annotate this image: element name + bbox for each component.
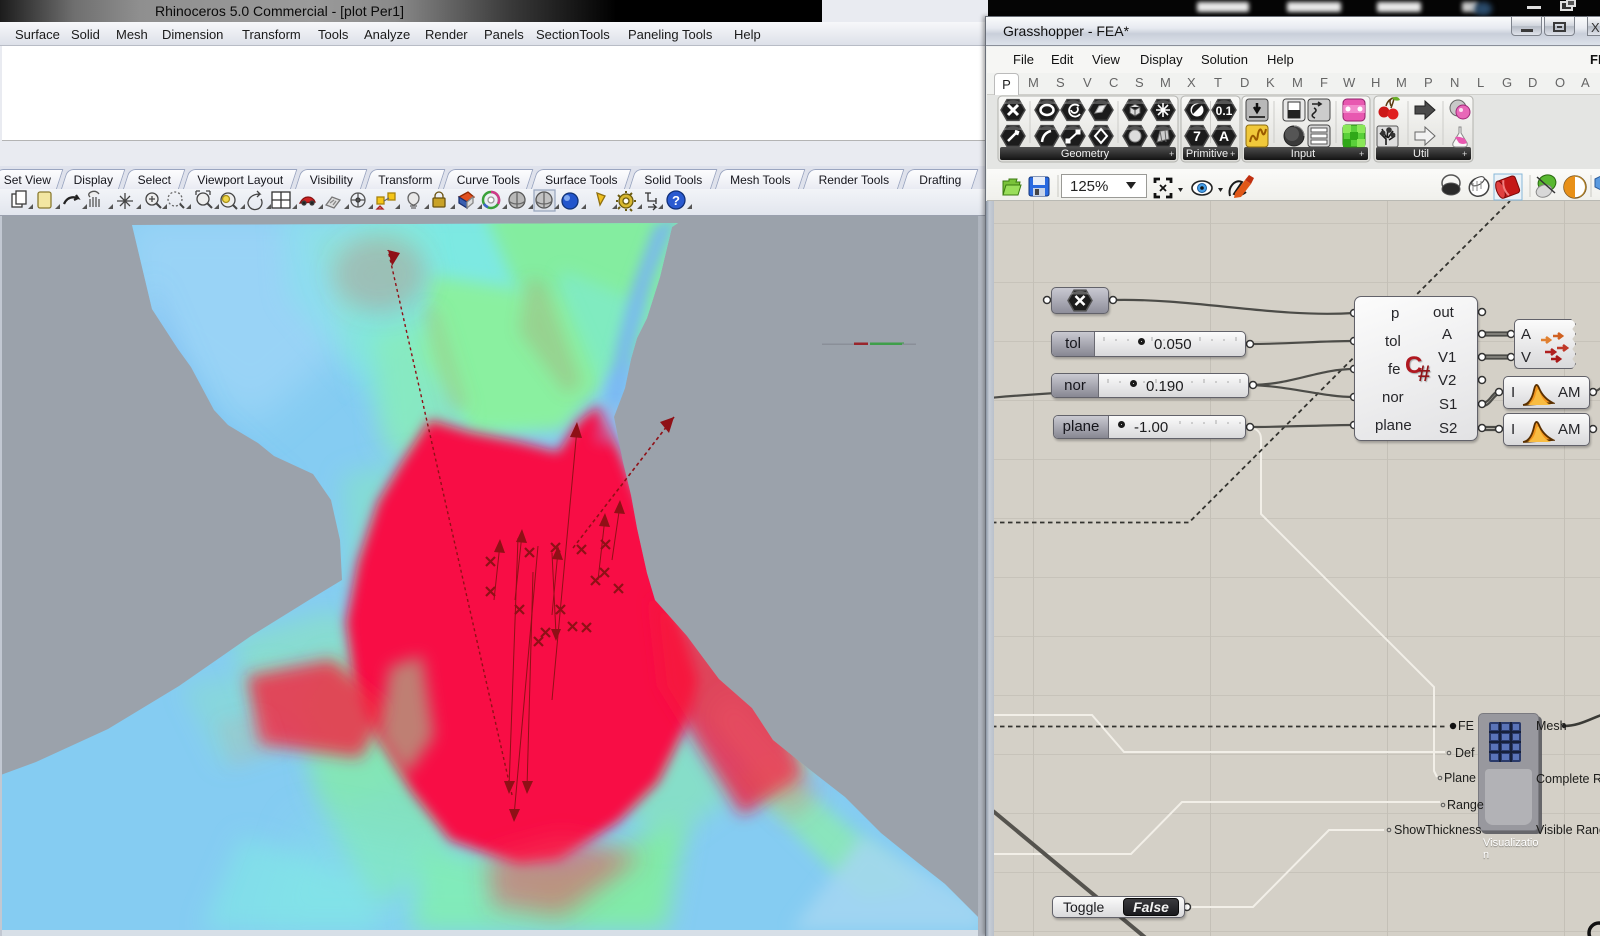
svg-text:A: A bbox=[1219, 128, 1229, 144]
svg-text:+: + bbox=[1169, 149, 1174, 159]
svg-text:?: ? bbox=[672, 193, 680, 208]
svg-text:+: + bbox=[1462, 149, 1467, 159]
svg-text:0.1: 0.1 bbox=[1216, 104, 1233, 118]
svg-text:+: + bbox=[1359, 149, 1364, 159]
svg-text:+: + bbox=[1230, 149, 1235, 159]
svg-text:Geometry: Geometry bbox=[1061, 148, 1110, 160]
svg-text:7: 7 bbox=[1193, 128, 1201, 144]
svg-text:Util: Util bbox=[1413, 148, 1429, 160]
svg-text:Primitive: Primitive bbox=[1186, 148, 1228, 160]
svg-text:Input: Input bbox=[1291, 148, 1315, 160]
